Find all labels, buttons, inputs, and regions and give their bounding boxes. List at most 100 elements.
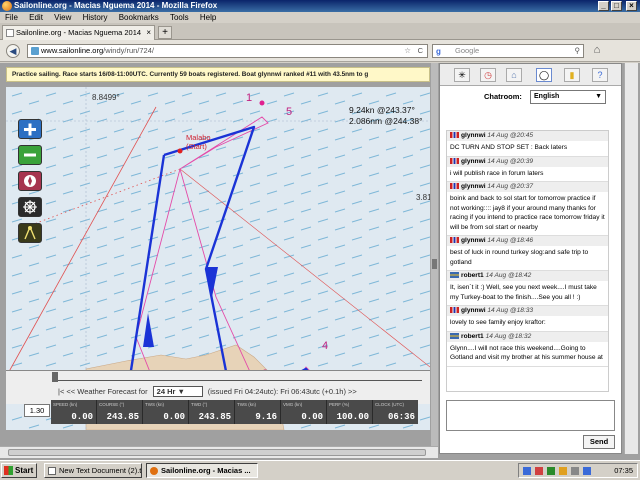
chat-input[interactable] bbox=[446, 400, 615, 431]
reload-icon[interactable]: C bbox=[418, 45, 423, 57]
helm-wheel-icon bbox=[23, 200, 37, 214]
chat-user[interactable]: glynnwi bbox=[461, 158, 486, 165]
back-button[interactable]: ◀ bbox=[6, 44, 20, 58]
forecast-slider-knob[interactable] bbox=[52, 372, 58, 382]
menu-edit[interactable]: Edit bbox=[29, 13, 43, 22]
inst-perf: PERF (%) 100.00 bbox=[327, 400, 373, 424]
weather-nav-prefix[interactable]: |< << Weather Forecast for bbox=[58, 387, 148, 396]
flag-icon bbox=[450, 272, 459, 279]
tab-strip: Sailonline.org - Macias Nguema 2014 × + bbox=[0, 23, 640, 40]
taskbar-item-notepad[interactable]: New Text Document (2).t... bbox=[44, 463, 142, 478]
minus-icon bbox=[24, 153, 36, 157]
tray-icon[interactable] bbox=[571, 467, 579, 475]
tray-icon[interactable] bbox=[523, 467, 531, 475]
search-icon[interactable]: ⚲ bbox=[575, 45, 581, 57]
weather-forecast-line: |< << Weather Forecast for 24 Hr ▼ (issu… bbox=[58, 386, 357, 397]
taskbar-item-firefox[interactable]: Sailonline.org - Macias ... bbox=[146, 463, 258, 478]
search-box[interactable]: g Google ⚲ bbox=[432, 44, 584, 58]
tab-sailonline[interactable]: Sailonline.org - Macias Nguema 2014 × bbox=[2, 25, 155, 40]
start-button[interactable]: Start bbox=[1, 463, 37, 478]
chat-text: i will publish race in forum laters bbox=[450, 169, 544, 177]
send-button[interactable]: Send bbox=[583, 435, 615, 449]
flag-icon bbox=[450, 183, 459, 190]
compass-button[interactable] bbox=[18, 171, 42, 191]
instrument-panel: SPEED (kn) 0.00 COURSE (°) 243.85 TWS (kn)… bbox=[51, 400, 418, 424]
inst-label: TWS (kn) bbox=[145, 402, 164, 407]
page-icon bbox=[6, 29, 14, 37]
url-bar[interactable]: www.sailonline.org/windy/run/724/ ☆ C bbox=[27, 44, 428, 58]
chat-time: 14 Aug @20:45 bbox=[487, 132, 534, 139]
menu-view[interactable]: View bbox=[54, 13, 71, 22]
new-tab-button[interactable]: + bbox=[158, 26, 172, 39]
menu-tools[interactable]: Tools bbox=[170, 13, 189, 22]
tab-chat-icon[interactable]: ◯ bbox=[536, 68, 552, 82]
tray-icon[interactable] bbox=[535, 467, 543, 475]
chat-user[interactable]: robert1 bbox=[461, 333, 484, 340]
mark-4-label: 4 bbox=[322, 340, 328, 352]
waypoint-button[interactable] bbox=[18, 223, 42, 243]
zoom-out-button[interactable] bbox=[18, 145, 42, 165]
chatroom-row: Chatroom: English ▼ bbox=[440, 88, 621, 106]
inst-course[interactable]: COURSE (°) 243.85 bbox=[97, 400, 143, 424]
flag-icon bbox=[450, 237, 459, 244]
inst-value: 0.00 bbox=[71, 412, 93, 422]
chat-message-list[interactable]: glynnwi 14 Aug @20:45 DC TURN AND STOP S… bbox=[446, 130, 609, 392]
weather-forecast-bar: |< << Weather Forecast for 24 Hr ▼ (issu… bbox=[6, 370, 430, 404]
chatroom-label: Chatroom: bbox=[484, 92, 522, 101]
forecast-slider[interactable] bbox=[54, 375, 422, 381]
windows-logo-icon bbox=[4, 466, 13, 475]
splitter-grip-icon[interactable] bbox=[432, 259, 437, 269]
chat-user[interactable]: robert1 bbox=[461, 272, 484, 279]
tray-icon[interactable] bbox=[559, 467, 567, 475]
firefox-icon bbox=[150, 467, 158, 475]
site-icon bbox=[31, 47, 39, 55]
taskbar-clock: 07:35 bbox=[614, 466, 633, 475]
flag-icon bbox=[450, 132, 459, 139]
inst-label: VMG (kn) bbox=[283, 402, 303, 407]
chat-message: glynnwi 14 Aug @18:33 lovely to see fami… bbox=[447, 306, 608, 332]
forecast-range-select[interactable]: 24 Hr ▼ bbox=[152, 386, 203, 397]
tab-ranking-icon[interactable]: ⌂ bbox=[506, 68, 522, 82]
bookmark-star-icon[interactable]: ☆ bbox=[404, 45, 411, 57]
zoom-in-button[interactable] bbox=[18, 119, 42, 139]
longitude-label: 3.81 bbox=[416, 193, 430, 202]
tab-clock-icon[interactable]: ◷ bbox=[480, 68, 496, 82]
tab-weather-icon[interactable]: ✳ bbox=[454, 68, 470, 82]
maximize-button[interactable]: □ bbox=[611, 1, 622, 11]
chat-message: glynnwi 14 Aug @20:39 i will publish rac… bbox=[447, 156, 608, 182]
tab-notes-icon[interactable]: ▮ bbox=[564, 68, 580, 82]
firefox-icon bbox=[2, 1, 12, 11]
plus-icon bbox=[24, 123, 36, 136]
chat-user[interactable]: glynnwi bbox=[461, 183, 486, 190]
chat-user[interactable]: glynnwi bbox=[461, 132, 486, 139]
tab-help-icon[interactable]: ? bbox=[592, 68, 608, 82]
chatroom-select[interactable]: English ▼ bbox=[530, 90, 606, 104]
chat-user[interactable]: glynnwi bbox=[461, 237, 486, 244]
menu-bookmarks[interactable]: Bookmarks bbox=[119, 13, 159, 22]
menu-history[interactable]: History bbox=[83, 13, 108, 22]
chevron-down-icon: ▼ bbox=[595, 93, 602, 100]
google-icon[interactable]: g bbox=[436, 46, 441, 58]
tray-icon[interactable] bbox=[547, 467, 555, 475]
start-marker-icon[interactable] bbox=[177, 148, 183, 154]
navigation-bar: ◀ www.sailonline.org/windy/run/724/ ☆ C … bbox=[0, 40, 640, 62]
race-info-bar: Practice sailing. Race starts 16/08-11:0… bbox=[6, 67, 430, 82]
close-tab-icon[interactable]: × bbox=[146, 26, 151, 40]
taskbar-item-label: New Text Document (2).t... bbox=[59, 466, 142, 475]
menu-help[interactable]: Help bbox=[200, 13, 216, 22]
scrollbar-thumb[interactable] bbox=[8, 449, 426, 456]
menu-file[interactable]: File bbox=[5, 13, 18, 22]
inst-label: TWD (°) bbox=[191, 402, 208, 407]
minimize-button[interactable]: _ bbox=[598, 1, 609, 11]
flag-icon bbox=[450, 332, 459, 339]
side-panel: ✳ ◷ ⌂ ◯ ▮ ? Chatroom: English ▼ glynnwi 1… bbox=[439, 63, 622, 454]
close-window-button[interactable]: × bbox=[626, 1, 637, 11]
boat-position-icon[interactable] bbox=[259, 100, 265, 106]
home-icon[interactable]: ⌂ bbox=[590, 44, 604, 58]
volume-icon[interactable] bbox=[583, 467, 591, 475]
horizontal-scrollbar[interactable] bbox=[0, 446, 438, 458]
page-scrollbar[interactable] bbox=[624, 63, 638, 454]
panel-splitter[interactable] bbox=[431, 63, 438, 454]
helm-button[interactable] bbox=[18, 197, 42, 217]
chat-user[interactable]: glynnwi bbox=[461, 307, 486, 314]
